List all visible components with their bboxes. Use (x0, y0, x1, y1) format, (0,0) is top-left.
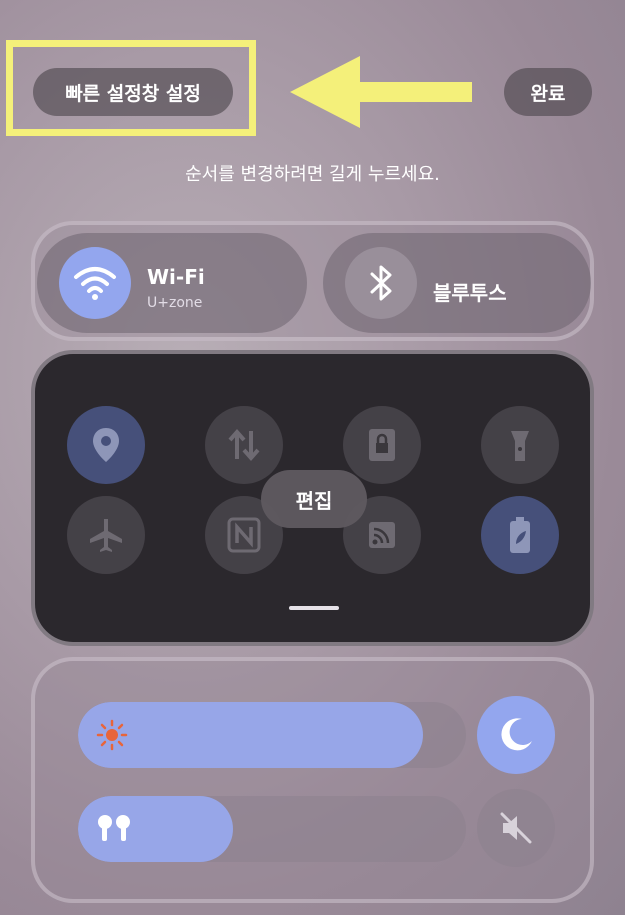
done-label: 완료 (530, 82, 566, 105)
quick-tiles-panel: 편집 (31, 350, 594, 646)
wifi-icon[interactable] (59, 247, 131, 319)
location-icon[interactable] (67, 406, 145, 484)
moon-icon (501, 718, 532, 751)
bluetooth-title: 블루투스 (433, 281, 507, 305)
sun-icon (96, 719, 128, 751)
slider-card (31, 657, 594, 903)
edit-button[interactable]: 편집 (261, 470, 367, 528)
arrow-left-icon (290, 56, 472, 128)
edit-label: 편집 (295, 488, 333, 513)
wifi-title: Wi-Fi (147, 265, 205, 289)
night-mode-button[interactable] (477, 696, 555, 774)
wifi-toggle[interactable]: Wi-Fi U+zone (37, 233, 307, 333)
flashlight-icon[interactable] (481, 406, 559, 484)
airplane-icon[interactable] (67, 496, 145, 574)
brightness-slider-fill (78, 702, 424, 768)
volume-slider[interactable] (78, 796, 466, 862)
wifi-network-name: U+zone (147, 295, 203, 311)
mute-button[interactable] (477, 789, 555, 867)
earbuds-icon (98, 815, 130, 841)
bluetooth-toggle[interactable]: 블루투스 (323, 233, 591, 333)
screen-lock-icon[interactable] (343, 406, 421, 484)
done-button[interactable]: 완료 (504, 68, 592, 116)
data-transfer-icon[interactable] (205, 406, 283, 484)
toggle-card: Wi-Fi U+zone 블루투스 (31, 221, 594, 341)
brightness-slider[interactable] (78, 702, 466, 768)
reorder-hint: 순서를 변경하려면 길게 누르세요. (185, 164, 440, 185)
highlight-box (6, 40, 256, 136)
drag-handle[interactable] (289, 606, 339, 610)
bluetooth-icon[interactable] (345, 247, 417, 319)
mute-icon (500, 812, 532, 844)
power-saving-icon[interactable] (481, 496, 559, 574)
